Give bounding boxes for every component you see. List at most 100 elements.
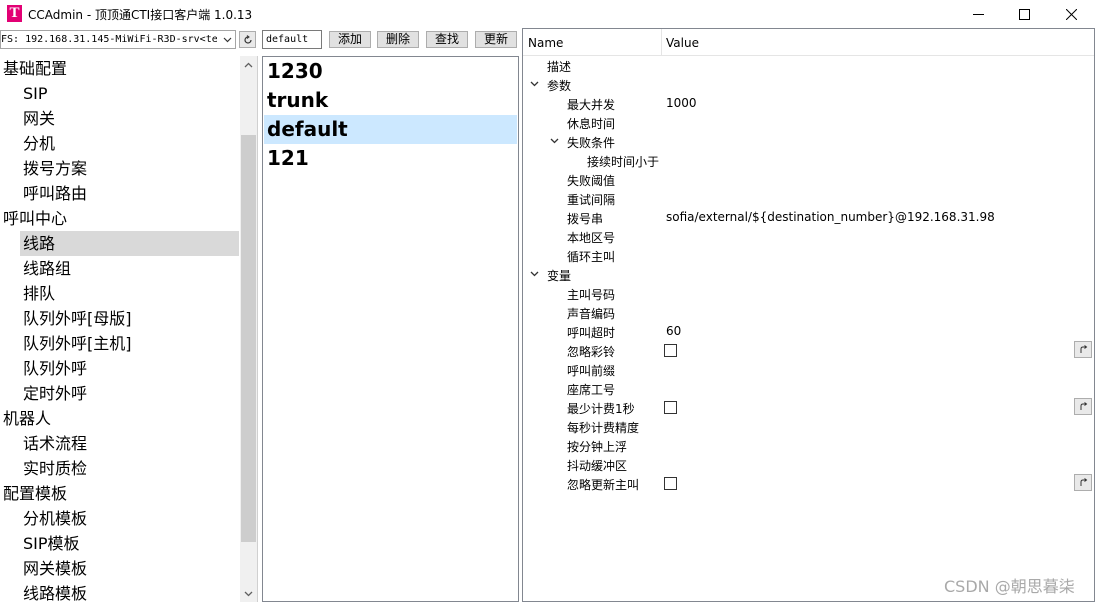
property-row[interactable]: 每秒计费精度 — [523, 417, 1094, 436]
nav-category[interactable]: 机器人 — [3, 406, 51, 431]
list-item[interactable]: trunk — [264, 86, 517, 115]
property-row[interactable]: 座席工号 — [523, 379, 1094, 398]
property-grid-header: Name Value — [523, 29, 1094, 56]
item-list: 1230 trunk default 121 — [262, 56, 519, 602]
reset-icon — [1080, 402, 1087, 410]
property-row[interactable]: 描述 — [523, 56, 1094, 75]
property-name: 拨号串 — [567, 212, 604, 226]
toolbar: FS: 192.168.31.145-MiWiFi-R3D-srv<tes de… — [0, 28, 522, 52]
scroll-thumb[interactable] — [241, 135, 256, 542]
property-name: 变量 — [547, 269, 572, 283]
watermark: CSDN @朝思暮柒 — [944, 577, 1075, 596]
nav-category[interactable]: 配置模板 — [3, 481, 67, 506]
property-row[interactable]: 变量 — [523, 265, 1094, 284]
property-row[interactable]: 按分钟上浮 — [523, 436, 1094, 455]
nav-item[interactable]: 排队 — [20, 281, 239, 306]
property-name: 最大并发 — [567, 98, 616, 112]
nav-item[interactable]: SIP — [20, 81, 239, 106]
connection-select[interactable]: FS: 192.168.31.145-MiWiFi-R3D-srv<tes — [0, 30, 236, 49]
chevron-down-icon[interactable] — [218, 31, 235, 48]
maximize-button[interactable] — [1001, 0, 1047, 28]
nav-item[interactable]: 定时外呼 — [20, 381, 239, 406]
property-row[interactable]: 拨号串 sofia/external/${destination_number}@… — [523, 208, 1094, 227]
nav-item[interactable]: 线路 — [20, 231, 239, 256]
nav-item[interactable]: 队列外呼 — [20, 356, 239, 381]
property-reset-button[interactable] — [1074, 398, 1092, 415]
chevron-down-icon[interactable] — [547, 134, 561, 148]
property-row[interactable]: 失败阈值 — [523, 170, 1094, 189]
reset-icon — [1080, 478, 1087, 486]
close-button[interactable] — [1048, 0, 1094, 28]
window-title: CCAdmin - 顶顶通CTI接口客户端 1.0.13 — [28, 8, 253, 22]
nav-item[interactable]: 话术流程 — [20, 431, 239, 456]
property-row[interactable]: 声音编码 — [523, 303, 1094, 322]
nav-category[interactable]: 基础配置 — [3, 56, 67, 81]
name-input[interactable]: default — [262, 30, 322, 49]
property-name: 忽略彩铃 — [567, 345, 616, 359]
nav-item[interactable]: 呼叫路由 — [20, 181, 239, 206]
nav-item[interactable]: 分机 — [20, 131, 239, 156]
property-row[interactable]: 循环主叫 — [523, 246, 1094, 265]
property-checkbox[interactable] — [664, 477, 677, 490]
nav-category[interactable]: 呼叫中心 — [3, 206, 67, 231]
column-header-value[interactable]: Value — [666, 36, 699, 50]
nav-item[interactable]: SIP模板 — [20, 531, 239, 556]
property-row[interactable]: 失败条件 — [523, 132, 1094, 151]
property-value[interactable]: sofia/external/${destination_number}@192… — [666, 210, 995, 224]
property-name: 参数 — [547, 79, 572, 93]
update-button[interactable]: 更新 — [475, 31, 517, 48]
nav-item[interactable]: 实时质检 — [20, 456, 239, 481]
add-button[interactable]: 添加 — [329, 31, 371, 48]
property-name: 按分钟上浮 — [567, 440, 628, 454]
column-separator[interactable] — [661, 29, 662, 56]
scroll-up-icon[interactable] — [240, 56, 257, 73]
list-item[interactable]: 121 — [264, 144, 517, 173]
property-row[interactable]: 参数 — [523, 75, 1094, 94]
chevron-down-icon[interactable] — [527, 77, 541, 91]
property-row[interactable]: 呼叫前缀 — [523, 360, 1094, 379]
delete-button[interactable]: 删除 — [377, 31, 419, 48]
nav-item[interactable]: 拨号方案 — [20, 156, 239, 181]
nav-item[interactable]: 队列外呼[主机] — [20, 331, 239, 356]
property-name: 休息时间 — [567, 117, 616, 131]
property-name: 呼叫前缀 — [567, 364, 616, 378]
property-row[interactable]: 最大并发 1000 — [523, 94, 1094, 113]
chevron-down-icon[interactable] — [527, 267, 541, 281]
close-icon — [1065, 8, 1077, 20]
property-value[interactable]: 1000 — [666, 96, 697, 110]
property-name: 声音编码 — [567, 307, 616, 321]
property-value[interactable]: 60 — [666, 324, 681, 338]
nav-item[interactable]: 网关模板 — [20, 556, 239, 581]
property-row[interactable]: 主叫号码 — [523, 284, 1094, 303]
scroll-down-icon[interactable] — [240, 585, 257, 602]
nav-item[interactable]: 分机模板 — [20, 506, 239, 531]
list-item[interactable]: default — [264, 115, 517, 144]
minimize-button[interactable] — [955, 0, 1001, 28]
find-button[interactable]: 查找 — [426, 31, 468, 48]
property-name: 失败阈值 — [567, 174, 616, 188]
property-row[interactable]: 忽略更新主叫 — [523, 474, 1094, 493]
refresh-button[interactable] — [239, 31, 256, 48]
property-name: 主叫号码 — [567, 288, 616, 302]
property-name: 每秒计费精度 — [567, 421, 640, 435]
nav-item[interactable]: 线路模板 — [20, 581, 239, 602]
property-reset-button[interactable] — [1074, 341, 1092, 358]
property-row[interactable]: 本地区号 — [523, 227, 1094, 246]
nav-item[interactable]: 队列外呼[母版] — [20, 306, 239, 331]
nav-item[interactable]: 线路组 — [20, 256, 239, 281]
column-header-name[interactable]: Name — [528, 36, 563, 50]
property-row[interactable]: 忽略彩铃 — [523, 341, 1094, 360]
property-row[interactable]: 抖动缓冲区 — [523, 455, 1094, 474]
property-checkbox[interactable] — [664, 401, 677, 414]
nav-scrollbar[interactable] — [240, 56, 257, 602]
property-reset-button[interactable] — [1074, 474, 1092, 491]
list-item[interactable]: 1230 — [264, 57, 517, 86]
property-row[interactable]: 接续时间小于 — [523, 151, 1094, 170]
property-checkbox[interactable] — [664, 344, 677, 357]
property-name: 呼叫超时 — [567, 326, 616, 340]
property-row[interactable]: 重试间隔 — [523, 189, 1094, 208]
nav-item[interactable]: 网关 — [20, 106, 239, 131]
property-row[interactable]: 最少计费1秒 — [523, 398, 1094, 417]
property-row[interactable]: 呼叫超时 60 — [523, 322, 1094, 341]
property-row[interactable]: 休息时间 — [523, 113, 1094, 132]
